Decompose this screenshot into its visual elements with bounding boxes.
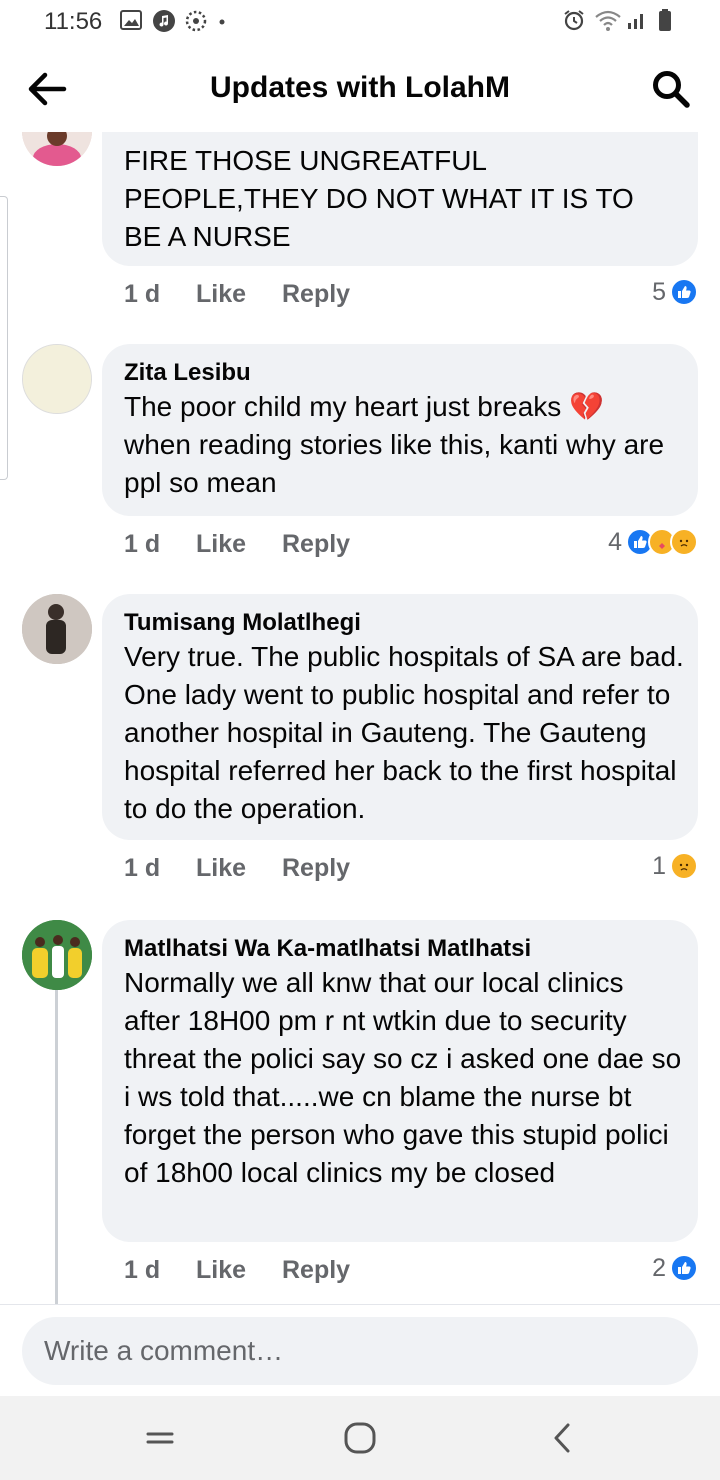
reaction-count: 1: [652, 851, 666, 880]
comment-actions: 1 d Like Reply: [124, 526, 350, 562]
comment-text: Normally we all knw that our local clini…: [124, 967, 682, 1188]
reaction-count: 5: [652, 277, 666, 306]
home-icon: [344, 1422, 376, 1454]
comment-bubble[interactable]: FIRE THOSE UNGREATFUL PEOPLE,THEY DO NOT…: [102, 132, 698, 266]
reply-button[interactable]: Reply: [282, 854, 350, 883]
scroll-edge-bar: [0, 196, 8, 480]
reply-button[interactable]: Reply: [282, 530, 350, 559]
status-bar: 11:56: [0, 0, 720, 44]
music-icon: [152, 9, 175, 32]
sad-reaction-icon: [670, 528, 698, 556]
wifi-icon: [594, 8, 621, 31]
like-reaction-icon: [670, 1254, 698, 1282]
like-reaction-icon: [670, 278, 698, 306]
dot-icon: [216, 9, 238, 31]
recent-apps-button[interactable]: [138, 1416, 182, 1460]
comment-actions: 1 d Like Reply: [124, 850, 350, 886]
like-button[interactable]: Like: [196, 854, 282, 883]
home-button[interactable]: [338, 1416, 382, 1460]
comment-author[interactable]: Zita Lesibu: [124, 358, 676, 388]
status-left-icons: [120, 9, 238, 32]
comment-text: FIRE THOSE UNGREATFUL PEOPLE,THEY DO NOT…: [124, 145, 634, 252]
comment-text: The poor child my heart just breaks 💔 wh…: [124, 391, 665, 498]
like-button[interactable]: Like: [196, 530, 282, 559]
status-right-icons: [562, 8, 680, 31]
avatar[interactable]: [22, 594, 92, 664]
like-button[interactable]: Like: [196, 280, 282, 309]
app-header: Updates with LolahM: [0, 44, 720, 132]
reaction-summary[interactable]: 5: [652, 274, 698, 310]
reaction-summary[interactable]: 1: [652, 848, 698, 884]
comment-text: Very true. The public hospitals of SA ar…: [124, 641, 684, 824]
comment-actions: 1 d Like Reply: [124, 1252, 350, 1288]
status-time: 11:56: [44, 8, 103, 35]
system-nav-bar: [0, 1396, 720, 1480]
sad-reaction-icon: [670, 852, 698, 880]
comment-composer: Write a comment…: [0, 1304, 720, 1396]
recent-apps-icon: [146, 1432, 174, 1444]
alarm-icon: [562, 8, 584, 31]
comment-author[interactable]: Tumisang Molatlhegi: [124, 608, 676, 638]
search-icon: [653, 71, 690, 108]
reply-button[interactable]: Reply: [282, 280, 350, 309]
reaction-count: 4: [608, 527, 622, 556]
thread-line: [55, 990, 58, 1304]
reply-button[interactable]: Reply: [282, 1256, 350, 1285]
search-button[interactable]: [648, 66, 694, 112]
signal-icon: [626, 8, 648, 30]
avatar[interactable]: [22, 132, 92, 166]
avatar[interactable]: [22, 920, 92, 990]
comments-list[interactable]: FIRE THOSE UNGREATFUL PEOPLE,THEY DO NOT…: [0, 132, 720, 1304]
like-button[interactable]: Like: [196, 1256, 282, 1285]
dotted-circle-icon: [184, 9, 207, 32]
comment-bubble[interactable]: Zita Lesibu The poor child my heart just…: [102, 344, 698, 516]
comment-time: 1 d: [124, 1255, 161, 1284]
comment-actions: 1 d Like Reply: [124, 276, 350, 312]
comment-time: 1 d: [124, 279, 161, 308]
comment-input[interactable]: Write a comment…: [22, 1317, 698, 1385]
gallery-icon: [120, 9, 142, 31]
page-title: Updates with LolahM: [210, 71, 510, 104]
comment-time: 1 d: [124, 853, 161, 882]
reaction-count: 2: [652, 1253, 666, 1282]
comment-author[interactable]: Matlhatsi Wa Ka-matlhatsi Matlhatsi: [124, 934, 676, 964]
comment-time: 1 d: [124, 529, 161, 558]
avatar[interactable]: [22, 344, 92, 414]
reaction-summary[interactable]: 2: [652, 1250, 698, 1286]
comment-bubble[interactable]: Matlhatsi Wa Ka-matlhatsi Matlhatsi Norm…: [102, 920, 698, 1242]
battery-icon: [658, 8, 680, 31]
reaction-summary[interactable]: 4: [608, 524, 698, 560]
comment-bubble[interactable]: Tumisang Molatlhegi Very true. The publi…: [102, 594, 698, 840]
back-icon: [554, 1423, 570, 1453]
nav-back-button[interactable]: [540, 1416, 584, 1460]
